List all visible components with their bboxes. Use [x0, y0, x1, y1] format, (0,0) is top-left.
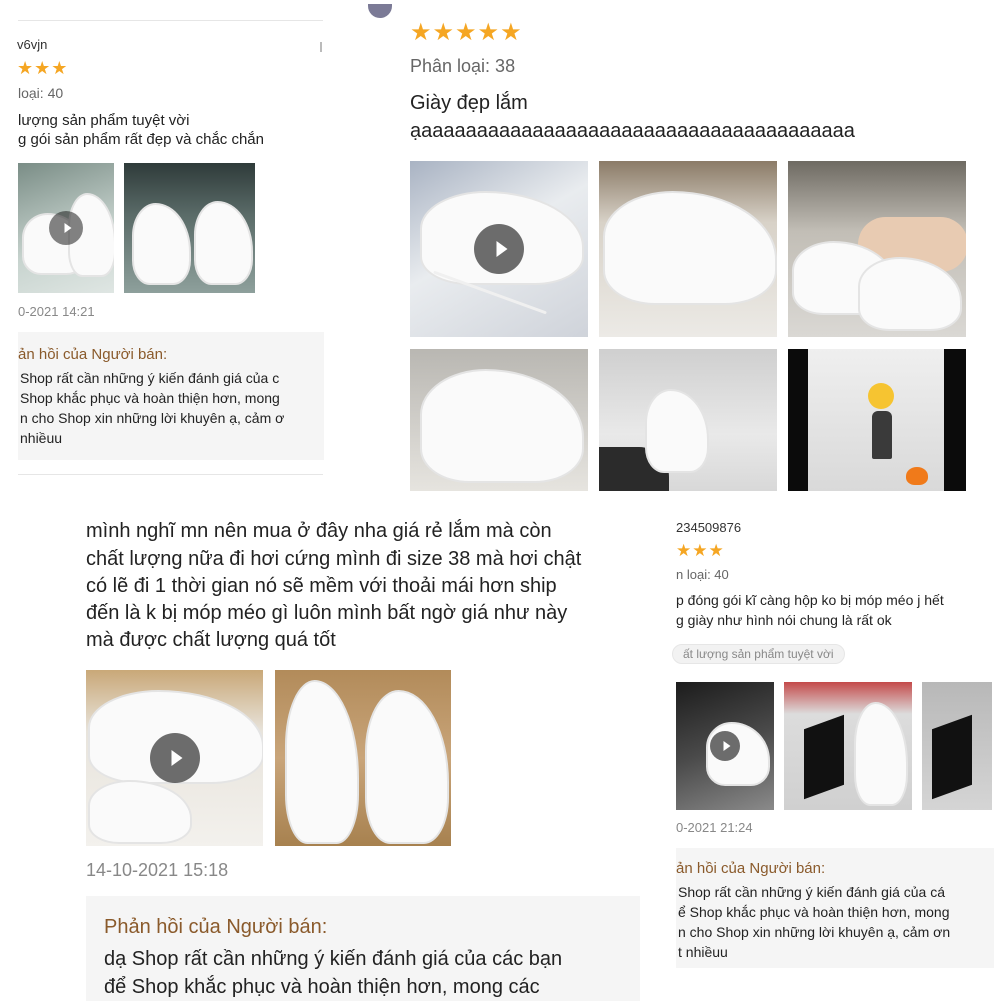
review-photo-thumbnail[interactable] [599, 161, 777, 337]
seller-reply-line: nhiềuu [20, 430, 63, 446]
review-text-line: Giày đẹp lắm [410, 92, 528, 114]
review-panel-bottom-right: 234509876 ★★★ n loại: 40 p đóng gói kĩ c… [670, 510, 1001, 980]
review-text-line: đến là k bị móp méo gì luôn mình bất ngờ… [86, 602, 568, 624]
seller-reply-line: ể Shop khắc phục và hoàn thiện hơn, mong [678, 904, 950, 920]
seller-reply-line: n cho Shop xin những lời khuyên ạ, cảm ơ… [678, 924, 951, 940]
seller-reply-title: Phản hồi của Người bán: [104, 916, 328, 938]
review-photo-thumbnail[interactable] [922, 682, 992, 810]
seller-reply-line: Shop rất cần những ý kiến đánh giá của c [20, 370, 280, 386]
review-text-line: mà được chất lượng quá tốt [86, 629, 336, 651]
shoe-image [603, 191, 777, 305]
review-panel-bottom-left: mình nghĩ mn nên mua ở đây nha giá rẻ lắ… [62, 510, 662, 1001]
review-panel-top-left: v6vjn ★★★ loại: 40 lượng sản phẩm tuyệt … [0, 0, 340, 490]
shoe-image [645, 389, 709, 473]
shoe-image [285, 680, 359, 844]
review-text-line: ạaaaaaaaaaaaaaaaaaaaaaaaaaaaaaaaaaaaaaaa [410, 120, 855, 142]
review-panel-top-right: ★★★★★ Phân loại: 38 Giày đẹp lắm ạaaaaaa… [362, 0, 1001, 500]
seller-reply-line: Shop khắc phục và hoàn thiện hơn, mong [20, 390, 280, 406]
review-date: 14-10-2021 15:18 [86, 860, 229, 880]
emoji-sticker-icon [868, 383, 894, 409]
person-image [872, 411, 892, 459]
reviewer-username[interactable]: 234509876 [676, 520, 741, 535]
shoe-image [365, 690, 449, 844]
seller-reply-line: dạ Shop rất cần những ý kiến đánh giá củ… [104, 948, 563, 970]
review-photo-thumbnail[interactable] [599, 349, 777, 491]
review-video-thumbnail[interactable] [410, 161, 588, 337]
seller-reply-line: t nhiềuu [678, 944, 728, 960]
seller-reply: ản hồi của Người bán: Shop rất cần những… [18, 332, 324, 460]
seller-reply: Phản hồi của Người bán: dạ Shop rất cần … [86, 896, 640, 1001]
star-rating: ★★★★★ [410, 19, 523, 46]
review-photo-thumbnail[interactable] [275, 670, 451, 846]
review-photo-thumbnail[interactable] [124, 163, 255, 293]
seller-reply-title: ản hồi của Người bán: [18, 346, 168, 363]
variant-label: n loại: 40 [676, 567, 729, 582]
play-icon[interactable] [474, 224, 524, 274]
photo-inner [808, 349, 944, 491]
seller-reply-line: để Shop khắc phục và hoàn thiện hơn, mon… [104, 976, 540, 998]
review-video-thumbnail[interactable] [676, 682, 774, 810]
seller-reply-line: n cho Shop xin những lời khuyên ạ, cảm ơ [20, 410, 285, 426]
review-date: 0-2021 21:24 [676, 820, 753, 835]
fox-sticker-icon [906, 467, 928, 485]
review-photo-thumbnail[interactable] [784, 682, 912, 810]
review-tag-chip[interactable]: ất lượng sản phẩm tuyệt vời [672, 644, 845, 664]
review-video-thumbnail[interactable] [86, 670, 263, 846]
avatar[interactable] [368, 4, 392, 18]
nike-box-image [804, 714, 844, 800]
review-photo-thumbnail[interactable] [788, 349, 966, 491]
review-text-line: g giày như hình nói chung là rất ok [676, 612, 892, 628]
shoe-image [194, 201, 253, 285]
review-video-thumbnail[interactable] [18, 163, 114, 293]
star-rating: ★★★ [676, 541, 725, 560]
play-icon[interactable] [49, 211, 83, 245]
more-icon[interactable] [320, 42, 322, 52]
review-text-line: g gói sản phẩm rất đẹp và chắc chắn [18, 131, 264, 148]
seller-reply: ản hồi của Người bán: Shop rất cần những… [676, 848, 994, 968]
review-text-line: p đóng gói kĩ càng hộp ko bị móp méo j h… [676, 592, 944, 608]
review-date: 0-2021 14:21 [18, 304, 95, 319]
reviewer-username[interactable]: v6vjn [17, 37, 47, 52]
shoe-image [854, 702, 908, 806]
review-text-line: lượng sản phẩm tuyệt vời [18, 112, 190, 129]
seller-reply-title: ản hồi của Người bán: [676, 860, 826, 877]
play-icon[interactable] [149, 733, 200, 783]
divider [18, 20, 323, 21]
review-photo-thumbnail[interactable] [788, 161, 966, 337]
shoe-image [420, 369, 584, 483]
star-rating: ★★★ [17, 58, 69, 78]
variant-label: loại: 40 [18, 85, 64, 101]
review-photo-thumbnail[interactable] [410, 349, 588, 491]
shoe-image [88, 780, 192, 844]
divider [18, 474, 323, 475]
review-text-line: có lẽ đi 1 thời gian nó sẽ mềm với thoải… [86, 575, 557, 597]
review-text-line: chất lượng nữa đi hơi cứng mình đi size … [86, 548, 582, 570]
variant-label: Phân loại: 38 [410, 56, 516, 76]
review-text-line: mình nghĩ mn nên mua ở đây nha giá rẻ lắ… [86, 520, 552, 542]
seller-reply-line: Shop rất cần những ý kiến đánh giá của c… [678, 884, 945, 900]
play-icon[interactable] [710, 731, 740, 761]
nike-box-image [932, 714, 972, 800]
shoe-image [132, 203, 191, 285]
